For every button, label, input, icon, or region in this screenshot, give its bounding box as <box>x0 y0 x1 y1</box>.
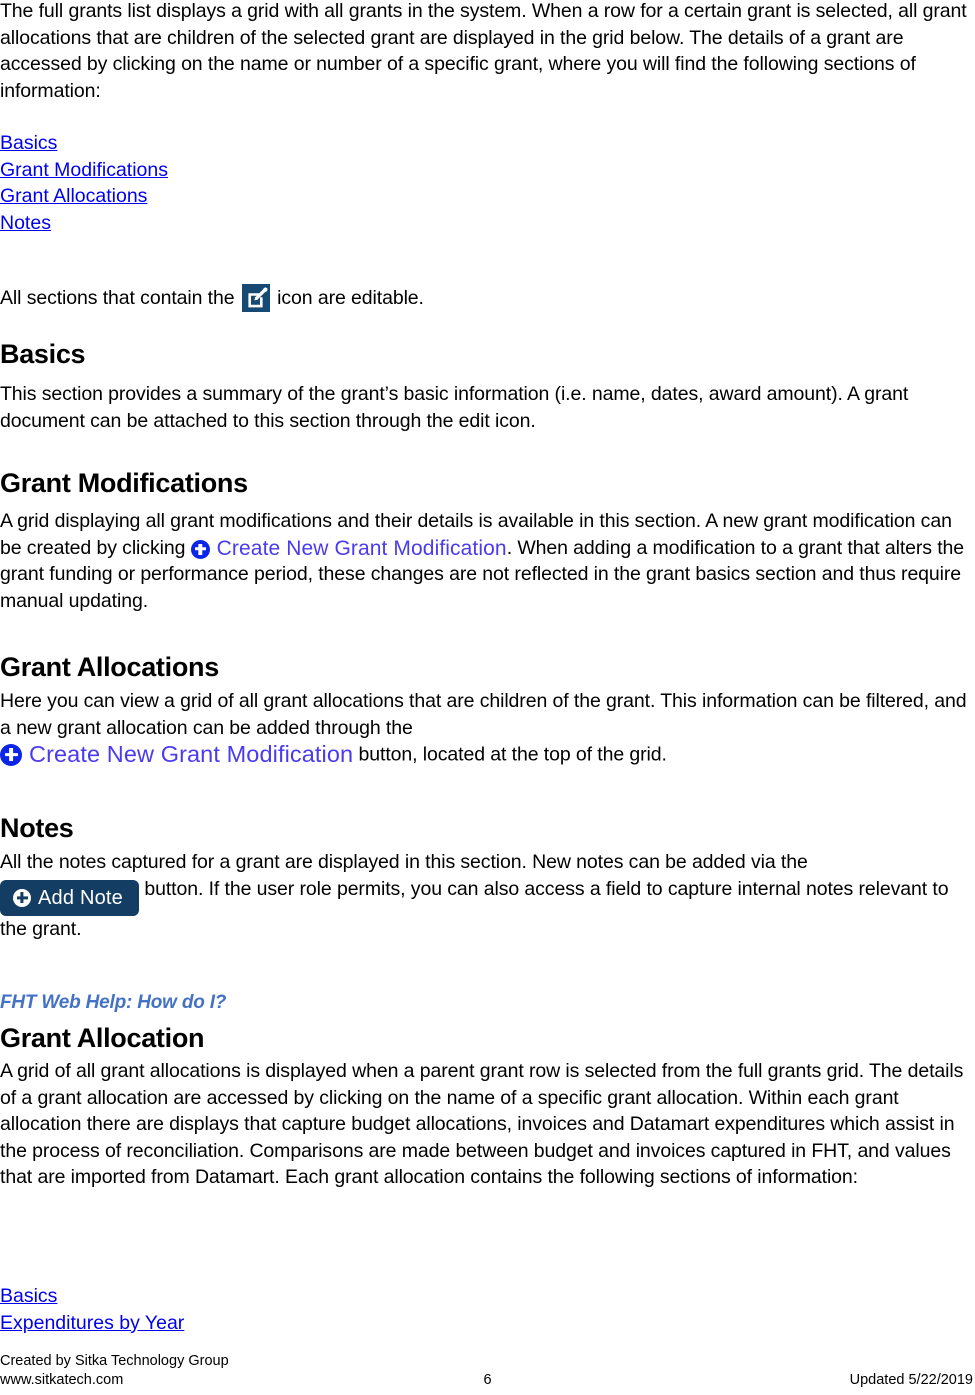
add-note-label: Add Note <box>38 886 123 909</box>
footer-bottom-row: www.sitkatech.com 6 Updated 5/22/2019 <box>0 1371 975 1390</box>
web-help-label-block: FHT Web Help: How do I? <box>0 991 226 1015</box>
section-links-list: Basics Grant Modifications Grant Allocat… <box>0 130 168 236</box>
edit-icon <box>241 284 270 312</box>
editable-note-suffix: icon are editable. <box>277 287 424 309</box>
paragraph-grant-allocations: Here you can view a grid of all grant al… <box>0 688 972 768</box>
allocation-section-links-list: Basics Expenditures by Year <box>0 1283 184 1336</box>
plus-circle-icon <box>190 539 210 559</box>
heading-grant-allocation: Grant Allocation <box>0 1023 205 1053</box>
editable-sections-note: All sections that contain the icon are e… <box>0 284 900 312</box>
heading-notes: Notes <box>0 813 74 843</box>
section-grant-allocation-detail: Grant Allocation A grid of all grant all… <box>0 1021 972 1191</box>
footer-website: www.sitkatech.com <box>0 1372 124 1388</box>
paragraph-grant-allocation: A grid of all grant allocations is displ… <box>0 1060 964 1189</box>
paragraph-basics: This section provides a summary of the g… <box>0 383 909 432</box>
link-basics[interactable]: Basics <box>0 130 57 157</box>
section-grant-modifications: Grant Modifications A grid displaying al… <box>0 466 972 614</box>
web-help-label: FHT Web Help: How do I? <box>0 992 227 1013</box>
notes-text-part2: button. If the user role permits, you ca… <box>0 877 949 940</box>
create-new-grant-modification-button-2[interactable]: Create New Grant Modification <box>0 741 353 768</box>
link-grant-allocations[interactable]: Grant Allocations <box>0 183 147 210</box>
intro-paragraph-block: The full grants list displays a grid wit… <box>0 0 972 104</box>
add-note-button[interactable]: Add Note <box>0 879 139 916</box>
section-basics: Basics This section provides a summary o… <box>0 337 960 434</box>
page-footer: Created by Sitka Technology Group www.si… <box>0 1352 975 1390</box>
plus-circle-icon <box>0 743 22 766</box>
footer-created-by: Created by Sitka Technology Group <box>0 1353 229 1369</box>
link-grant-modifications[interactable]: Grant Modifications <box>0 157 168 184</box>
heading-grant-allocations: Grant Allocations <box>0 652 219 682</box>
editable-note-prefix: All sections that contain the <box>0 287 235 309</box>
link-allocation-basics[interactable]: Basics <box>0 1283 57 1310</box>
create-new-grant-modification-label-2: Create New Grant Modification <box>29 741 354 768</box>
link-notes[interactable]: Notes <box>0 210 51 237</box>
footer-updated-date: Updated 5/22/2019 <box>849 1372 973 1388</box>
notes-text-part1: All the notes captured for a grant are d… <box>0 851 808 873</box>
heading-grant-modifications: Grant Modifications <box>0 468 248 498</box>
document-page: The full grants list displays a grid wit… <box>0 0 975 1395</box>
footer-page-number: 6 <box>483 1372 492 1388</box>
heading-basics: Basics <box>0 339 86 369</box>
ga-text-part1: Here you can view a grid of all grant al… <box>0 690 967 739</box>
intro-paragraph: The full grants list displays a grid wit… <box>0 0 967 102</box>
editable-note-text: All sections that contain the icon are e… <box>0 284 900 312</box>
paragraph-grant-modifications: A grid displaying all grant modification… <box>0 508 972 614</box>
create-new-grant-modification-button[interactable]: Create New Grant Modification <box>190 537 507 561</box>
section-notes: Notes All the notes captured for a grant… <box>0 811 972 942</box>
plus-circle-icon <box>13 888 31 907</box>
create-new-grant-modification-label: Create New Grant Modification <box>216 537 507 561</box>
link-expenditures-by-year[interactable]: Expenditures by Year <box>0 1310 184 1337</box>
paragraph-notes: All the notes captured for a grant are d… <box>0 849 972 942</box>
section-grant-allocations: Grant Allocations Here you can view a gr… <box>0 650 972 768</box>
ga-text-part2: button, located at the top of the grid. <box>358 743 667 766</box>
